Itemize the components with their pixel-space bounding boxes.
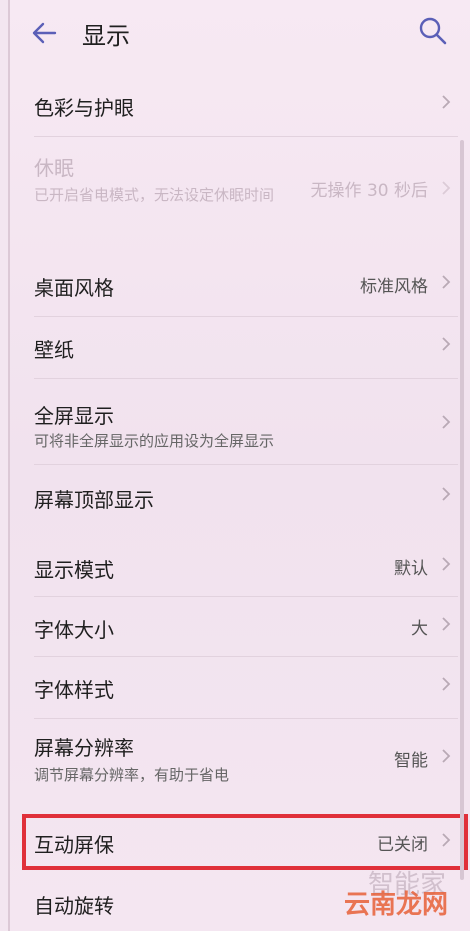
chevron-right-icon [442, 181, 451, 195]
setting-label: 自动旋转 [34, 894, 114, 918]
page-title: 显示 [82, 22, 130, 50]
watermark-logo: 云南龙网 [343, 890, 448, 920]
chevron-right-icon [442, 95, 451, 109]
setting-value: 智能 [394, 751, 428, 771]
chevron-right-icon [442, 677, 451, 691]
setting-font-style[interactable]: 字体样式 [10, 656, 470, 718]
setting-fullscreen[interactable]: 全屏显示 可将非全屏显示的应用设为全屏显示 [10, 380, 470, 462]
chevron-right-icon [442, 487, 451, 501]
setting-label: 字体样式 [34, 678, 114, 702]
setting-label: 屏幕顶部显示 [34, 488, 154, 512]
chevron-right-icon [442, 275, 451, 289]
highlight-box [22, 814, 468, 870]
setting-sleep[interactable]: 休眠 已开启省电模式，无法设定休眠时间 无操作 30 秒后 [10, 140, 470, 240]
setting-value: 默认 [394, 559, 428, 579]
divider [34, 378, 458, 379]
arrow-left-icon [32, 22, 57, 44]
setting-display-mode[interactable]: 显示模式 默认 [10, 536, 470, 598]
chevron-right-icon [442, 337, 451, 351]
setting-screen-resolution[interactable]: 屏幕分辨率 调节屏幕分辨率，有助于省电 智能 [10, 718, 470, 802]
app-bar: 显示 [10, 0, 470, 66]
chevron-right-icon [442, 749, 451, 763]
chevron-right-icon [442, 557, 451, 571]
setting-sub: 可将非全屏显示的应用设为全屏显示 [34, 432, 275, 450]
setting-label: 全屏显示 [34, 404, 114, 428]
setting-font-size[interactable]: 字体大小 大 [10, 596, 470, 658]
setting-label: 字体大小 [34, 618, 114, 642]
divider [34, 464, 458, 465]
setting-label: 显示模式 [34, 558, 114, 582]
setting-desktop-style[interactable]: 桌面风格 标准风格 [10, 254, 470, 316]
setting-screen-top-display[interactable]: 屏幕顶部显示 [10, 466, 470, 528]
scrollbar[interactable] [460, 140, 464, 880]
setting-label: 休眠 [34, 156, 74, 180]
setting-color-eye-care[interactable]: 色彩与护眼 [10, 72, 470, 134]
setting-wallpaper[interactable]: 壁纸 [10, 316, 470, 378]
setting-label: 色彩与护眼 [34, 96, 134, 120]
setting-label: 屏幕分辨率 [34, 736, 134, 760]
search-icon [419, 17, 447, 45]
setting-label: 壁纸 [34, 338, 74, 362]
setting-label: 桌面风格 [34, 276, 114, 300]
setting-sub: 已开启省电模式，无法设定休眠时间 [34, 186, 275, 204]
search-button[interactable] [418, 16, 448, 46]
setting-value: 大 [411, 619, 428, 639]
chevron-right-icon [442, 617, 451, 631]
setting-sub: 调节屏幕分辨率，有助于省电 [34, 766, 230, 784]
chevron-right-icon [442, 415, 451, 429]
divider [34, 136, 458, 137]
setting-value: 无操作 30 秒后 [310, 181, 428, 201]
back-button[interactable] [30, 18, 58, 48]
settings-screen: 显示 色彩与护眼 休眠 已开启省电模式，无法设定休眠时间 无操作 30 秒后 桌… [8, 0, 470, 931]
setting-value: 标准风格 [360, 277, 428, 297]
